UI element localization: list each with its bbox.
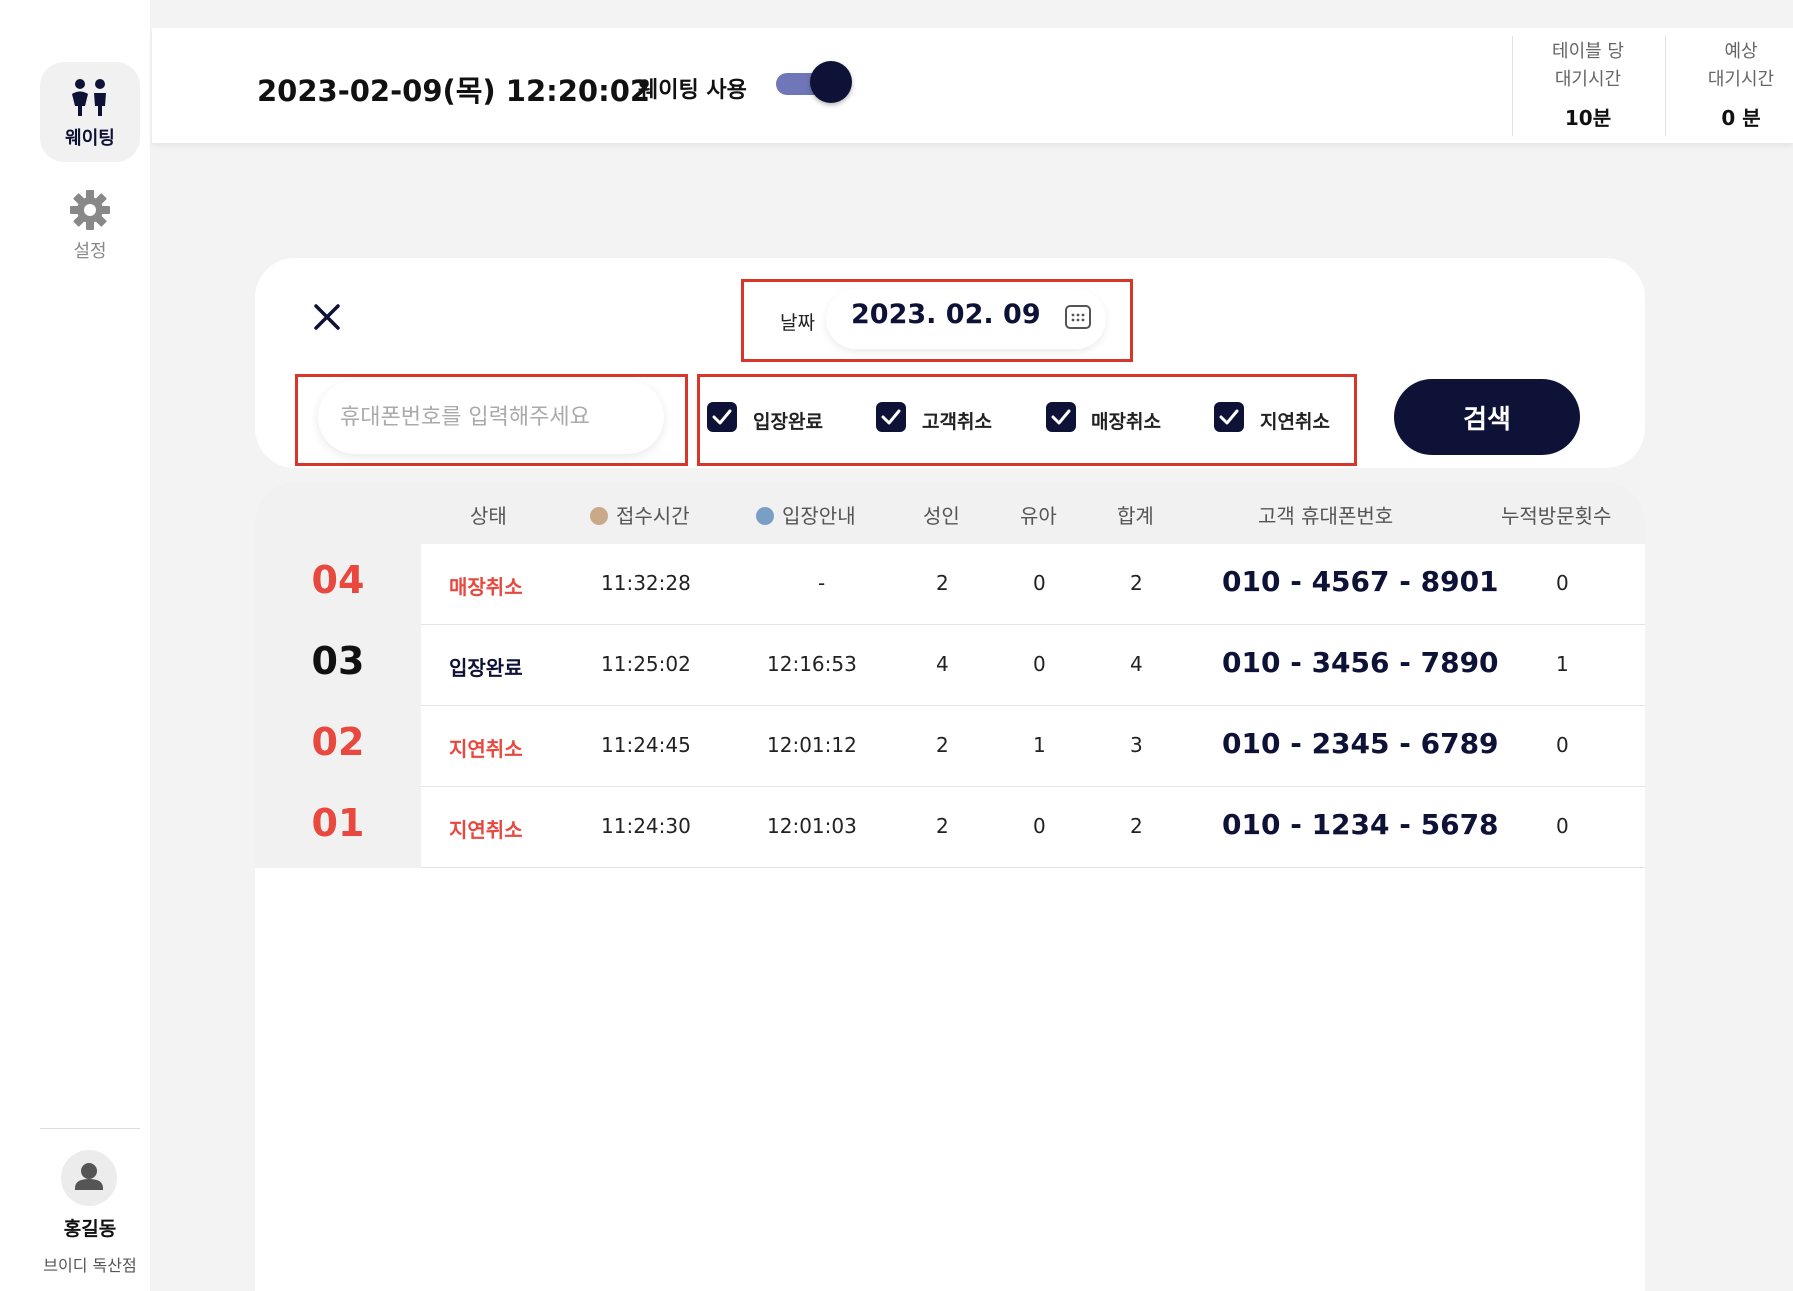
current-datetime: 2023-02-09(목) 12:20:02 <box>257 74 651 108</box>
visits-cell: 0 <box>1556 814 1569 838</box>
sidebar-divider <box>40 1128 140 1129</box>
status-cell: 입장완료 <box>449 656 523 680</box>
user-icon <box>75 1163 103 1190</box>
filter-checkbox-store-cancel[interactable] <box>1046 402 1076 432</box>
filter-label-entered[interactable]: 입장완료 <box>753 407 823 434</box>
date-value[interactable]: 2023. 02. 09 <box>851 299 1041 330</box>
waiting-table: 상태 접수시간 입장안내 성인 유아 합계 고객 휴대폰번호 누적방문횟수 04… <box>255 482 1645 1291</box>
total-cell: 2 <box>1130 814 1143 838</box>
phone-cell: 010 - 1234 - 5678 <box>1222 808 1499 841</box>
date-label: 날짜 <box>780 312 815 334</box>
status-cell: 매장취소 <box>449 575 523 599</box>
status-cell: 지연취소 <box>449 737 523 761</box>
table-row[interactable]: 02 지연취소 11:24:45 12:01:12 2 1 3 010 - 23… <box>312 706 1645 787</box>
received-time-cell: 11:25:02 <box>601 652 691 676</box>
received-time-cell: 11:24:45 <box>601 733 691 757</box>
search-button[interactable]: 검색 <box>1394 379 1580 455</box>
infants-cell: 0 <box>1033 814 1046 838</box>
filter-checkbox-customer-cancel[interactable] <box>876 402 906 432</box>
th-received-time-label: 접수시간 <box>616 504 690 528</box>
stat-value: 10분 <box>1564 106 1612 130</box>
th-entry-notice: 입장안내 <box>756 500 856 529</box>
sidebar: 웨이팅 설정 홍길동 브이디 독산점 <box>0 0 150 1291</box>
adults-cell: 2 <box>936 814 949 838</box>
adults-cell: 2 <box>936 733 949 757</box>
visits-cell: 0 <box>1556 733 1569 757</box>
filter-label-customer-cancel[interactable]: 고객취소 <box>922 407 992 434</box>
user-name: 홍길동 <box>63 1218 117 1240</box>
table-row[interactable]: 01 지연취소 11:24:30 12:01:03 2 0 2 010 - 12… <box>312 787 1645 868</box>
table-header: 상태 접수시간 입장안내 성인 유아 합계 고객 휴대폰번호 누적방문횟수 <box>255 482 1645 544</box>
gear-icon <box>70 190 110 230</box>
nav-waiting[interactable]: 웨이팅 <box>40 62 140 162</box>
check-icon <box>1051 409 1071 425</box>
entry-notice-cell: 12:01:03 <box>767 814 857 838</box>
clock-icon <box>756 507 774 525</box>
waiting-number: 02 <box>311 720 365 764</box>
th-adults: 성인 <box>923 504 960 528</box>
nav-waiting-label: 웨이팅 <box>65 128 115 149</box>
avatar[interactable] <box>61 1150 117 1206</box>
nav-settings-label: 설정 <box>73 241 107 262</box>
adults-cell: 2 <box>936 571 949 595</box>
stat-title-line1: 예상 <box>1724 41 1758 62</box>
phone-cell: 010 - 3456 - 7890 <box>1222 646 1499 679</box>
check-icon <box>1219 409 1239 425</box>
th-total: 합계 <box>1117 504 1154 528</box>
waiting-number: 01 <box>311 801 365 845</box>
waiting-toggle-label: 웨이팅 사용 <box>638 78 747 103</box>
infants-cell: 0 <box>1033 652 1046 676</box>
received-time-cell: 11:24:30 <box>601 814 691 838</box>
th-infants: 유아 <box>1020 504 1057 528</box>
entry-notice-cell: - <box>818 571 826 595</box>
filter-label-store-cancel[interactable]: 매장취소 <box>1091 407 1161 434</box>
check-icon <box>881 409 901 425</box>
adults-cell: 4 <box>936 652 949 676</box>
phone-cell: 010 - 2345 - 6789 <box>1222 727 1499 760</box>
stat-table-wait: 테이블 당 대기시간 10분 <box>1513 38 1663 131</box>
stat-title-line2: 대기시간 <box>1554 69 1622 90</box>
table-row[interactable]: 04 매장취소 11:32:28 - 2 0 2 010 - 4567 - 89… <box>312 544 1645 625</box>
visits-cell: 1 <box>1556 652 1569 676</box>
stat-value: 0 분 <box>1721 106 1761 130</box>
total-cell: 3 <box>1130 733 1143 757</box>
infants-cell: 1 <box>1033 733 1046 757</box>
th-visits: 누적방문횟수 <box>1501 504 1612 528</box>
table-row[interactable]: 03 입장완료 11:25:02 12:16:53 4 0 4 010 - 34… <box>312 625 1645 706</box>
entry-notice-cell: 12:16:53 <box>767 652 857 676</box>
filter-checkbox-entered[interactable] <box>707 402 737 432</box>
th-status: 상태 <box>470 504 507 528</box>
waiting-number: 04 <box>311 558 365 602</box>
close-icon[interactable] <box>312 302 342 332</box>
th-received-time: 접수시간 <box>590 500 690 529</box>
received-time-cell: 11:32:28 <box>601 571 691 595</box>
calendar-icon[interactable] <box>1064 303 1092 331</box>
phone-search-input[interactable] <box>318 380 664 454</box>
infants-cell: 0 <box>1033 571 1046 595</box>
clock-icon <box>590 507 608 525</box>
people-icon <box>72 79 106 116</box>
toggle-knob[interactable] <box>810 61 852 103</box>
stat-title-line2: 대기시간 <box>1707 69 1775 90</box>
filter-label-delay-cancel[interactable]: 지연취소 <box>1260 407 1330 434</box>
th-phone: 고객 휴대폰번호 <box>1258 504 1394 528</box>
filter-checkbox-delay-cancel[interactable] <box>1214 402 1244 432</box>
th-entry-notice-label: 입장안내 <box>782 504 856 528</box>
total-cell: 4 <box>1130 652 1143 676</box>
stat-title-line1: 테이블 당 <box>1552 41 1624 62</box>
entry-notice-cell: 12:01:12 <box>767 733 857 757</box>
check-icon <box>712 409 732 425</box>
stat-expected-wait: 예상 대기시간 0 분 <box>1666 38 1793 131</box>
nav-settings[interactable]: 설정 <box>40 185 140 265</box>
top-bar: 2023-02-09(목) 12:20:02 웨이팅 사용 테이블 당 대기시간… <box>152 28 1793 143</box>
status-cell: 지연취소 <box>449 818 523 842</box>
visits-cell: 0 <box>1556 571 1569 595</box>
waiting-number: 03 <box>311 639 365 683</box>
total-cell: 2 <box>1130 571 1143 595</box>
phone-cell: 010 - 4567 - 8901 <box>1222 565 1499 598</box>
store-name: 브이디 독산점 <box>43 1256 137 1275</box>
